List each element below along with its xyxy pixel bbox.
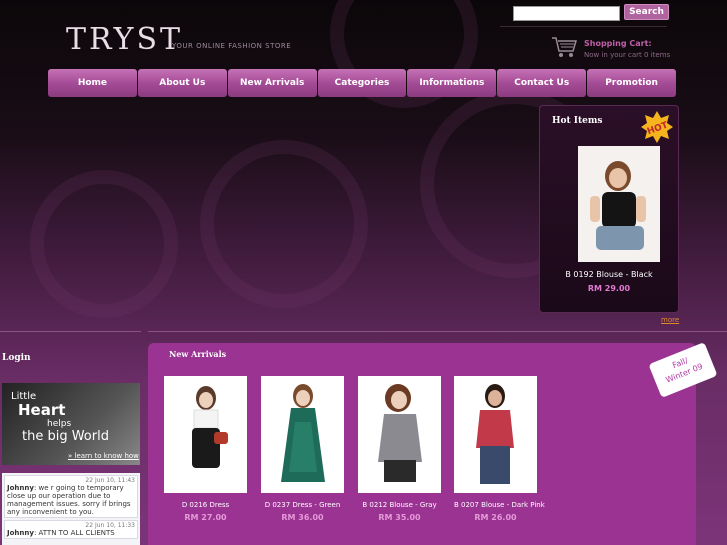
search-button[interactable]: Search <box>624 4 669 20</box>
new-arrivals-title: New Arrivals <box>169 349 227 359</box>
nav-promotion[interactable]: Promotion <box>587 69 677 97</box>
nav-categories[interactable]: Categories <box>317 69 407 97</box>
cart-info: Now in your cart 0 items <box>584 51 671 59</box>
product-name[interactable]: B 0212 Blouse - Gray <box>358 501 441 509</box>
shout-time: 22 Jun 10, 11:43 <box>85 477 135 484</box>
product-price: RM 36.00 <box>281 513 324 522</box>
shout-time: 22 Jun 10, 11:33 <box>85 522 135 529</box>
promo-learn-link[interactable]: » learn to know how <box>68 452 139 460</box>
promo-line-3: helps <box>47 419 72 429</box>
site-tagline: YOUR ONLINE FASHION STORE <box>172 42 292 50</box>
nav-home[interactable]: Home <box>48 69 137 97</box>
product-image[interactable] <box>358 376 441 493</box>
search-input[interactable] <box>513 6 620 21</box>
product-card[interactable]: B 0207 Blouse - Dark Pink RM 26.00 <box>454 376 545 522</box>
hot-item-name[interactable]: B 0192 Blouse - Black <box>540 270 678 279</box>
product-card[interactable]: B 0212 Blouse - Gray RM 35.00 <box>358 376 441 522</box>
shopping-cart-icon[interactable] <box>550 34 578 60</box>
nav-about-us[interactable]: About Us <box>137 69 227 97</box>
product-name[interactable]: D 0216 Dress <box>164 501 247 509</box>
cart-title[interactable]: Shopping Cart: <box>584 39 652 48</box>
main-nav: Home About Us New Arrivals Categories In… <box>48 69 677 97</box>
nav-informations[interactable]: Informations <box>407 69 497 97</box>
background-swirl <box>200 140 368 308</box>
shout-message: 22 Jun 10, 11:43 Johnny: we r going to t… <box>4 475 138 518</box>
product-price: RM 27.00 <box>184 513 227 522</box>
shout-user: Johnny <box>7 484 34 492</box>
product-image[interactable] <box>454 376 537 493</box>
promo-banner[interactable]: Little Heart helps the big World » learn… <box>2 383 140 465</box>
hot-items-more-link[interactable]: more <box>661 316 679 324</box>
header-divider <box>500 26 667 27</box>
nav-contact-us[interactable]: Contact Us <box>497 69 587 97</box>
hot-items-panel: Hot Items HOT B 0192 Blouse - Black RM 2… <box>539 105 679 313</box>
section-divider <box>148 331 727 332</box>
nav-new-arrivals[interactable]: New Arrivals <box>227 69 317 97</box>
hot-items-title: Hot Items <box>552 116 603 126</box>
shout-user: Johnny <box>7 529 34 537</box>
product-card[interactable]: D 0216 Dress RM 27.00 <box>164 376 247 522</box>
product-price: RM 35.00 <box>378 513 421 522</box>
product-name[interactable]: B 0207 Blouse - Dark Pink <box>454 501 545 509</box>
promo-line-4: the big World <box>22 429 109 444</box>
promo-line-2: Heart <box>18 401 66 419</box>
shout-text: : ATTN TO ALL CLIENTS <box>33 529 115 537</box>
product-price: RM 26.00 <box>474 513 517 522</box>
product-image[interactable] <box>261 376 344 493</box>
product-card[interactable]: D 0237 Dress - Green RM 36.00 <box>261 376 344 522</box>
site-logo[interactable]: TRYST <box>66 22 183 57</box>
shoutbox: 22 Jun 10, 11:43 Johnny: we r going to t… <box>2 473 140 545</box>
product-image[interactable] <box>164 376 247 493</box>
hot-item-image[interactable] <box>578 146 660 262</box>
section-divider <box>0 331 141 332</box>
background-swirl <box>30 170 178 318</box>
hot-item-price: RM 29.00 <box>587 284 631 293</box>
login-title: Login <box>2 353 31 363</box>
product-name[interactable]: D 0237 Dress - Green <box>261 501 344 509</box>
hot-badge-icon: HOT <box>641 111 673 143</box>
shout-message: 22 Jun 10, 11:33 Johnny: ATTN TO ALL CLI… <box>4 520 138 539</box>
